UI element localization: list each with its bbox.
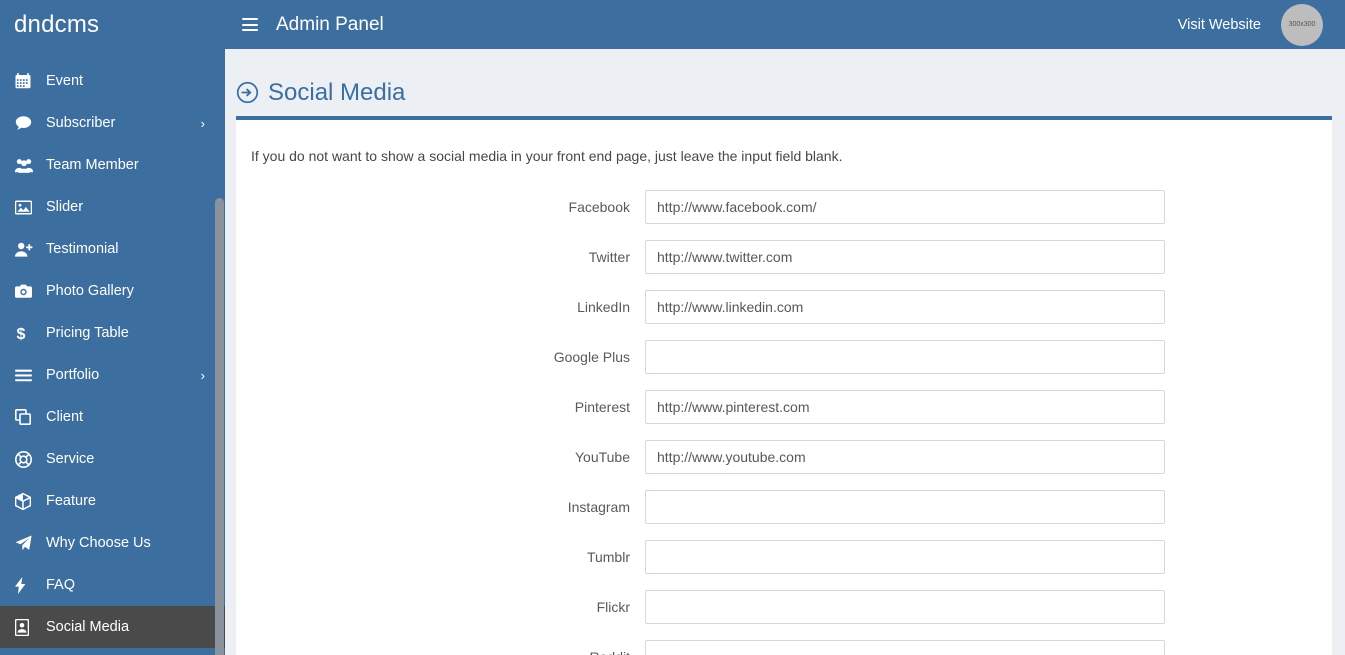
hamburger-icon[interactable] bbox=[242, 18, 258, 31]
svg-text:$: $ bbox=[17, 326, 26, 342]
form-row: Flickr bbox=[250, 590, 1307, 624]
label-tumblr: Tumblr bbox=[586, 549, 630, 565]
page-title: Social Media bbox=[268, 78, 406, 106]
sidebar-item-label: Social Media bbox=[46, 618, 130, 635]
sidebar-item-slider[interactable]: Slider bbox=[0, 186, 225, 228]
page-heading: Social Media bbox=[225, 49, 1345, 116]
sidebar-item-label: Feature bbox=[46, 492, 96, 509]
avatar-label: 300x300 bbox=[1288, 21, 1316, 28]
sidebar-item-photo-gallery[interactable]: Photo Gallery bbox=[0, 270, 225, 312]
sidebar-scrollbar-track[interactable] bbox=[215, 49, 224, 655]
input-facebook[interactable] bbox=[645, 190, 1165, 224]
sidebar-item-label: Client bbox=[46, 408, 84, 425]
life-ring-icon bbox=[15, 450, 37, 468]
form-row: LinkedIn bbox=[250, 290, 1307, 324]
label-reddit: Reddit bbox=[250, 649, 645, 655]
cube-icon bbox=[15, 492, 37, 510]
label-youtube: YouTube bbox=[574, 449, 630, 465]
input-reddit[interactable] bbox=[645, 640, 1165, 655]
top-header: Admin Panel Visit Website 300x300 bbox=[225, 0, 1345, 49]
input-instagram[interactable] bbox=[645, 490, 1165, 524]
sidebar-item-pricing-table[interactable]: $ Pricing Table bbox=[0, 312, 225, 354]
form-row: Twitter bbox=[250, 240, 1307, 274]
visit-website-link[interactable]: Visit Website bbox=[1178, 17, 1261, 33]
avatar[interactable]: 300x300 bbox=[1281, 3, 1323, 46]
form-row: Google Plus bbox=[250, 340, 1307, 374]
clone-icon bbox=[15, 409, 37, 425]
sidebar-item-label: Subscriber bbox=[46, 114, 116, 131]
sidebar-item-team-member[interactable]: Team Member bbox=[0, 144, 225, 186]
sidebar-nav: Event Subscriber › Team Member Slider Testimo… bbox=[0, 49, 225, 648]
input-tumblr[interactable] bbox=[645, 540, 1165, 574]
user-plus-icon bbox=[15, 242, 37, 257]
sidebar-item-label: Testimonial bbox=[46, 240, 119, 257]
sidebar-item-label: Photo Gallery bbox=[46, 282, 134, 299]
input-linkedin[interactable] bbox=[645, 290, 1165, 324]
form-row: Tumblr bbox=[250, 540, 1307, 574]
sidebar-item-label: FAQ bbox=[46, 576, 76, 593]
social-media-card: If you do not want to show a social medi… bbox=[236, 116, 1332, 655]
form-row: YouTube bbox=[250, 440, 1307, 474]
sidebar-item-testimonial[interactable]: Testimonial bbox=[0, 228, 225, 270]
card-body: If you do not want to show a social medi… bbox=[236, 120, 1332, 655]
sidebar-scrollbar-thumb[interactable] bbox=[215, 198, 224, 655]
input-twitter[interactable] bbox=[645, 240, 1165, 274]
input-youtube[interactable] bbox=[645, 440, 1165, 474]
label-linkedin: LinkedIn bbox=[577, 299, 630, 315]
sidebar-item-label: Why Choose Us bbox=[46, 534, 151, 551]
chevron-right-icon: › bbox=[200, 115, 205, 131]
social-media-form: Facebook Twitter LinkedIn Google Plus Pinter… bbox=[250, 190, 1307, 655]
calendar-icon bbox=[15, 73, 37, 89]
label-twitter: Twitter bbox=[588, 249, 630, 265]
arrow-circle-right-icon bbox=[236, 81, 259, 104]
address-card-icon bbox=[15, 618, 37, 636]
sidebar-item-client[interactable]: Client bbox=[0, 396, 225, 438]
page-header-title: Admin Panel bbox=[276, 13, 384, 35]
input-pinterest[interactable] bbox=[645, 390, 1165, 424]
label-pinterest: Pinterest bbox=[574, 399, 630, 415]
sidebar-item-why-choose-us[interactable]: Why Choose Us bbox=[0, 522, 225, 564]
form-row: Instagram bbox=[250, 490, 1307, 524]
image-icon bbox=[15, 199, 37, 215]
sidebar-item-faq[interactable]: FAQ bbox=[0, 564, 225, 606]
sidebar-item-label: Portfolio bbox=[46, 366, 100, 383]
sidebar-item-event[interactable]: Event bbox=[0, 60, 225, 102]
form-notice: If you do not want to show a social medi… bbox=[251, 148, 843, 164]
sidebar-item-service[interactable]: Service bbox=[0, 438, 225, 480]
sidebar-item-subscriber[interactable]: Subscriber › bbox=[0, 102, 225, 144]
bars-icon bbox=[15, 369, 37, 382]
dollar-icon: $ bbox=[15, 325, 37, 342]
admin-panel-app: dndcms Event Subscriber › Team Member Slider… bbox=[0, 0, 1345, 655]
sidebar-item-label: Slider bbox=[46, 198, 84, 215]
sidebar-item-social-media[interactable]: Social Media bbox=[0, 606, 225, 648]
chevron-right-icon: › bbox=[200, 367, 205, 383]
sidebar-item-label: Team Member bbox=[46, 156, 139, 173]
label-google-plus: Google Plus bbox=[553, 349, 630, 365]
main-content: Social Media If you do not want to show … bbox=[225, 49, 1345, 655]
comment-icon bbox=[15, 115, 37, 131]
label-flickr: Flickr bbox=[596, 599, 630, 615]
sidebar: dndcms Event Subscriber › Team Member Slider… bbox=[0, 0, 225, 655]
paper-plane-icon bbox=[15, 535, 37, 551]
sidebar-item-portfolio[interactable]: Portfolio › bbox=[0, 354, 225, 396]
input-google-plus[interactable] bbox=[645, 340, 1165, 374]
form-row: Reddit bbox=[250, 640, 1307, 655]
camera-icon bbox=[15, 284, 37, 298]
label-facebook: Facebook bbox=[568, 199, 630, 215]
bolt-icon bbox=[15, 576, 37, 594]
input-flickr[interactable] bbox=[645, 590, 1165, 624]
label-instagram: Instagram bbox=[567, 499, 630, 515]
brand-logo[interactable]: dndcms bbox=[0, 0, 225, 49]
sidebar-item-label: Service bbox=[46, 450, 95, 467]
form-row: Pinterest bbox=[250, 390, 1307, 424]
users-icon bbox=[15, 158, 37, 173]
sidebar-item-label: Event bbox=[46, 72, 84, 89]
header-right-group: Visit Website 300x300 bbox=[1178, 3, 1345, 46]
form-row: Facebook bbox=[250, 190, 1307, 224]
sidebar-item-label: Pricing Table bbox=[46, 324, 129, 341]
sidebar-item-feature[interactable]: Feature bbox=[0, 480, 225, 522]
brand-name: dndcms bbox=[14, 10, 100, 38]
